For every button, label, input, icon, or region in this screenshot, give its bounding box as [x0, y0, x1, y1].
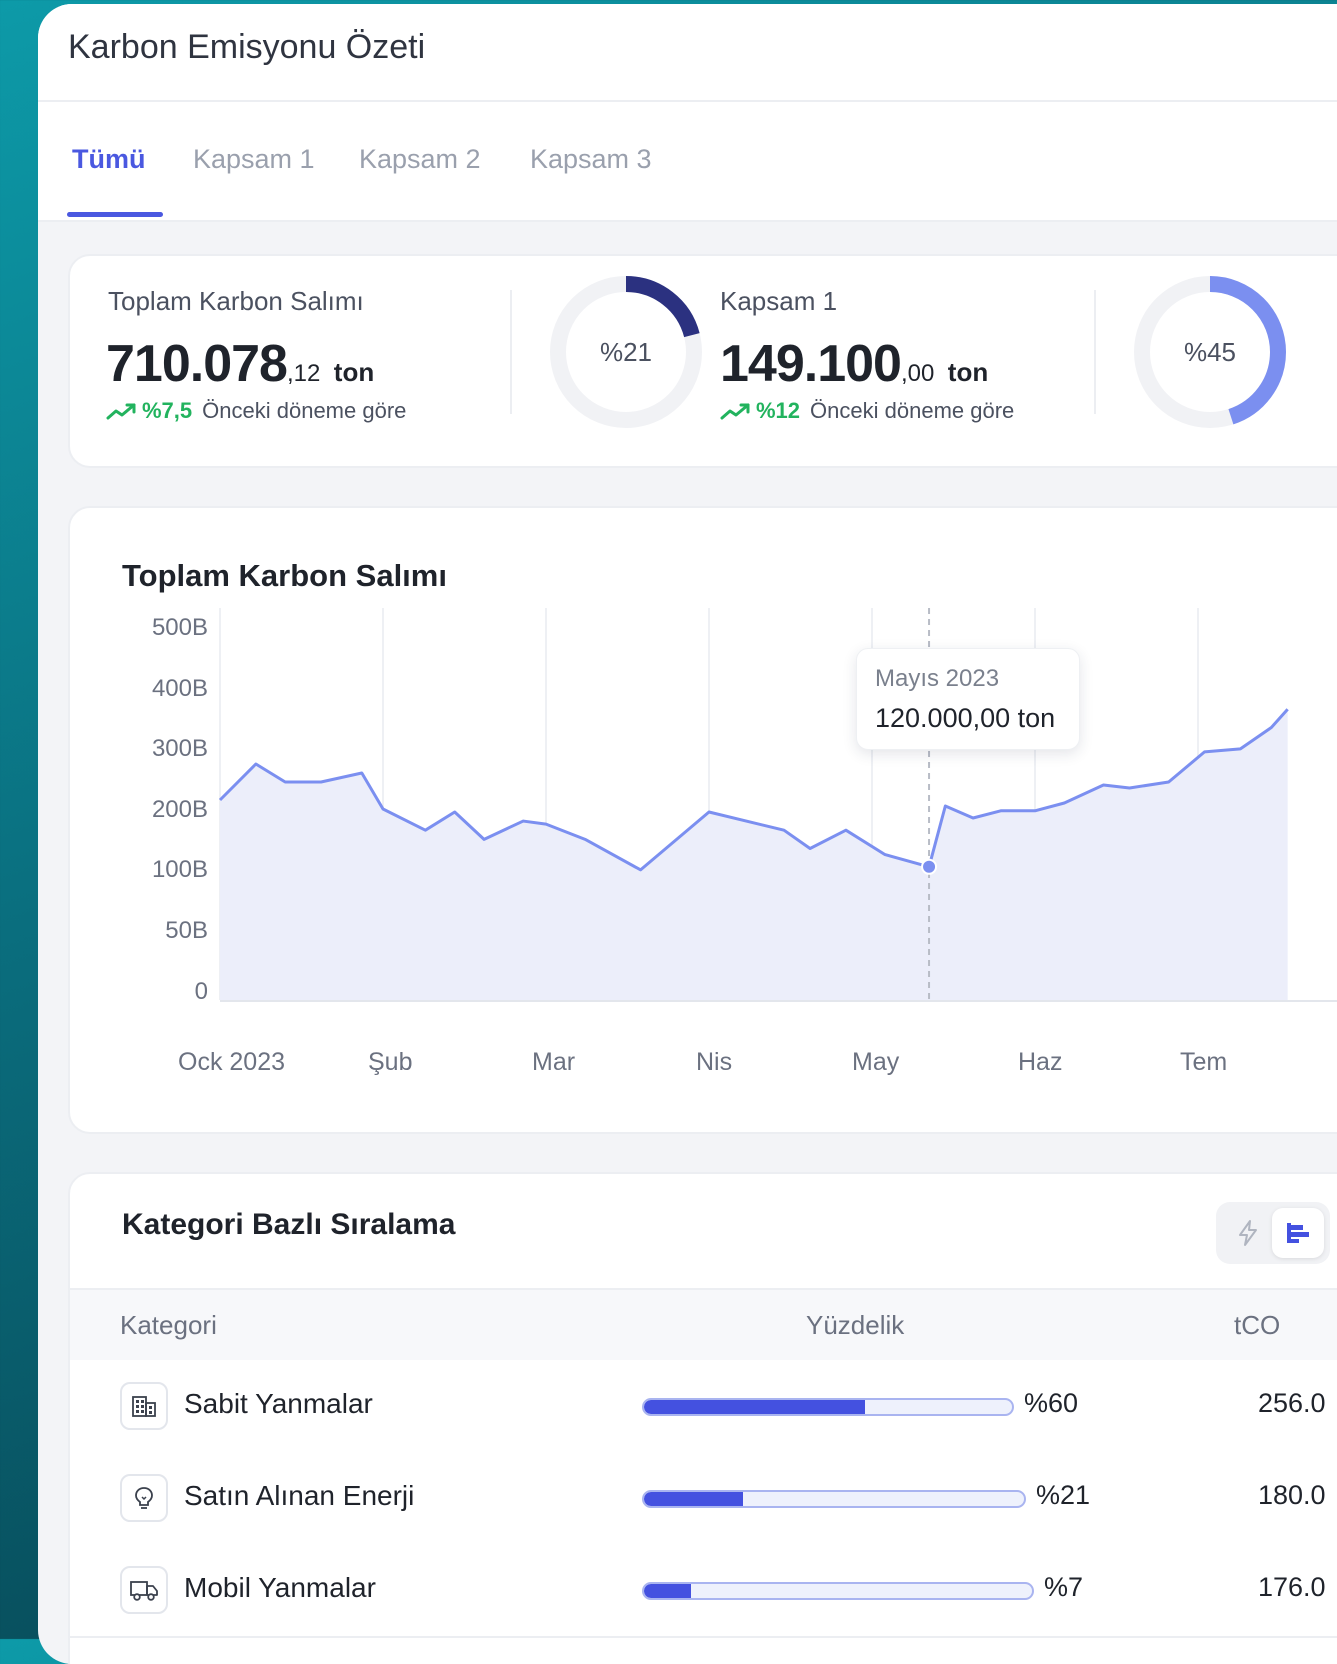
percent-label: %7 — [1044, 1572, 1084, 1602]
trend-caption: Önceki döneme göre — [202, 398, 407, 423]
bar-list-view-button[interactable] — [1272, 1208, 1324, 1258]
category-name: Sabit Yanmalar — [184, 1388, 373, 1419]
x-tick-label: Mar — [532, 1048, 576, 1076]
emission-value: 256.0 — [1258, 1388, 1326, 1418]
tab-scope-2[interactable]: Kapsam 2 — [359, 144, 481, 175]
trend-percent: %7,5 — [142, 398, 193, 423]
column-header-value: tCO — [1234, 1310, 1281, 1340]
total-emission-int: 710.078 — [106, 335, 288, 393]
percent-bar — [642, 1398, 1014, 1416]
trend-up-icon — [106, 398, 142, 423]
total-share-donut: %21 — [550, 276, 702, 428]
total-emission-unit: ton — [333, 357, 375, 387]
tab-all[interactable]: Tümü — [72, 144, 146, 175]
percent-bar-fill — [644, 1400, 865, 1414]
scope1-trend: %12 Önceki döneme göre — [720, 398, 1014, 424]
lightning-icon — [1239, 1220, 1257, 1246]
total-emission-dec: ,12 — [286, 360, 321, 387]
ranking-title: Kategori Bazlı Sıralama — [122, 1208, 456, 1241]
chart-tooltip: Mayıs 2023 120.000,00 ton — [856, 648, 1080, 750]
truck-icon — [120, 1566, 168, 1614]
scope1-dec: ,00 — [900, 360, 935, 387]
tooltip-date: Mayıs 2023 — [875, 665, 1000, 692]
dashboard-panel: Karbon Emisyonu Özeti Tümü Kapsam 1 Kaps… — [38, 4, 1337, 1664]
column-header-category: Kategori — [120, 1310, 217, 1340]
x-tick-label: Nis — [696, 1048, 733, 1076]
total-emission-trend: %7,5 Önceki döneme göre — [106, 398, 406, 424]
category-name: Satın Alınan Enerji — [184, 1480, 415, 1511]
trend-caption: Önceki döneme göre — [810, 398, 1015, 423]
x-tick-label: May — [852, 1048, 900, 1076]
total-emission-label: Toplam Karbon Salımı — [108, 286, 364, 316]
tooltip-value: 120.000,00 ton — [875, 703, 1056, 733]
scope1-int: 149.100 — [720, 335, 902, 393]
trend-up-icon — [720, 398, 756, 423]
page-title: Karbon Emisyonu Özeti — [68, 28, 426, 66]
percent-label: %21 — [1036, 1480, 1091, 1510]
scope1-share-donut: %45 — [1134, 276, 1286, 428]
percent-bar-fill — [644, 1584, 691, 1598]
total-emission-value: 710.078,12 ton — [106, 334, 374, 394]
percent-label: %60 — [1024, 1388, 1079, 1418]
emission-value: 180.0 — [1258, 1480, 1326, 1510]
table-row[interactable]: Satın Alınan Enerji %21 180.0 — [70, 1452, 1337, 1546]
x-tick-label: Tem — [1180, 1048, 1228, 1076]
header-bar: Karbon Emisyonu Özeti — [38, 4, 1337, 102]
scope1-unit: ton — [947, 357, 989, 387]
emission-value: 176.0 — [1258, 1572, 1326, 1602]
divider — [510, 290, 512, 414]
x-tick-label: Ock 2023 — [178, 1048, 286, 1076]
scope1-share-donut-label: %45 — [1184, 337, 1236, 367]
category-name: Mobil Yanmalar — [184, 1572, 376, 1603]
category-ranking-card: Kategori Bazlı Sıralama Kategori Yüzdeli… — [68, 1172, 1337, 1664]
tab-scope-1[interactable]: Kapsam 1 — [193, 144, 315, 175]
x-tick-label: Haz — [1018, 1048, 1063, 1076]
table-row[interactable]: Mobil Yanmalar %7 176.0 — [70, 1544, 1337, 1638]
table-header: Kategori Yüzdelik tCO — [70, 1288, 1337, 1364]
scope1-value: 149.100,00 ton — [720, 334, 988, 394]
lightning-view-button[interactable] — [1222, 1208, 1274, 1258]
total-share-donut-label: %21 — [600, 337, 652, 367]
active-tab-indicator — [67, 212, 163, 217]
percent-bar — [642, 1490, 1026, 1508]
area-chart — [218, 608, 1337, 1002]
percent-bar — [642, 1582, 1034, 1600]
column-header-percent: Yüzdelik — [806, 1310, 905, 1340]
lightbulb-icon — [120, 1474, 168, 1522]
highlight-point[interactable] — [921, 858, 938, 875]
x-tick-label: Şub — [368, 1048, 413, 1076]
view-toggle — [1216, 1202, 1330, 1264]
table-row[interactable]: Sabit Yanmalar %60 256.0 — [70, 1360, 1337, 1454]
bar-list-icon — [1287, 1223, 1309, 1243]
divider — [1094, 290, 1096, 414]
emission-chart-card: Toplam Karbon Salımı 500B 400B 300B 200B… — [68, 506, 1337, 1134]
percent-bar-fill — [644, 1492, 743, 1506]
scope-tabs: Tümü Kapsam 1 Kapsam 2 Kapsam 3 — [38, 102, 1337, 222]
trend-percent: %12 — [756, 398, 801, 423]
scope1-label: Kapsam 1 — [720, 286, 838, 316]
summary-card: Toplam Karbon Salımı 710.078,12 ton %7,5… — [68, 254, 1337, 468]
tab-scope-3[interactable]: Kapsam 3 — [530, 144, 652, 175]
building-icon — [120, 1382, 168, 1430]
area-fill — [220, 709, 1288, 1000]
